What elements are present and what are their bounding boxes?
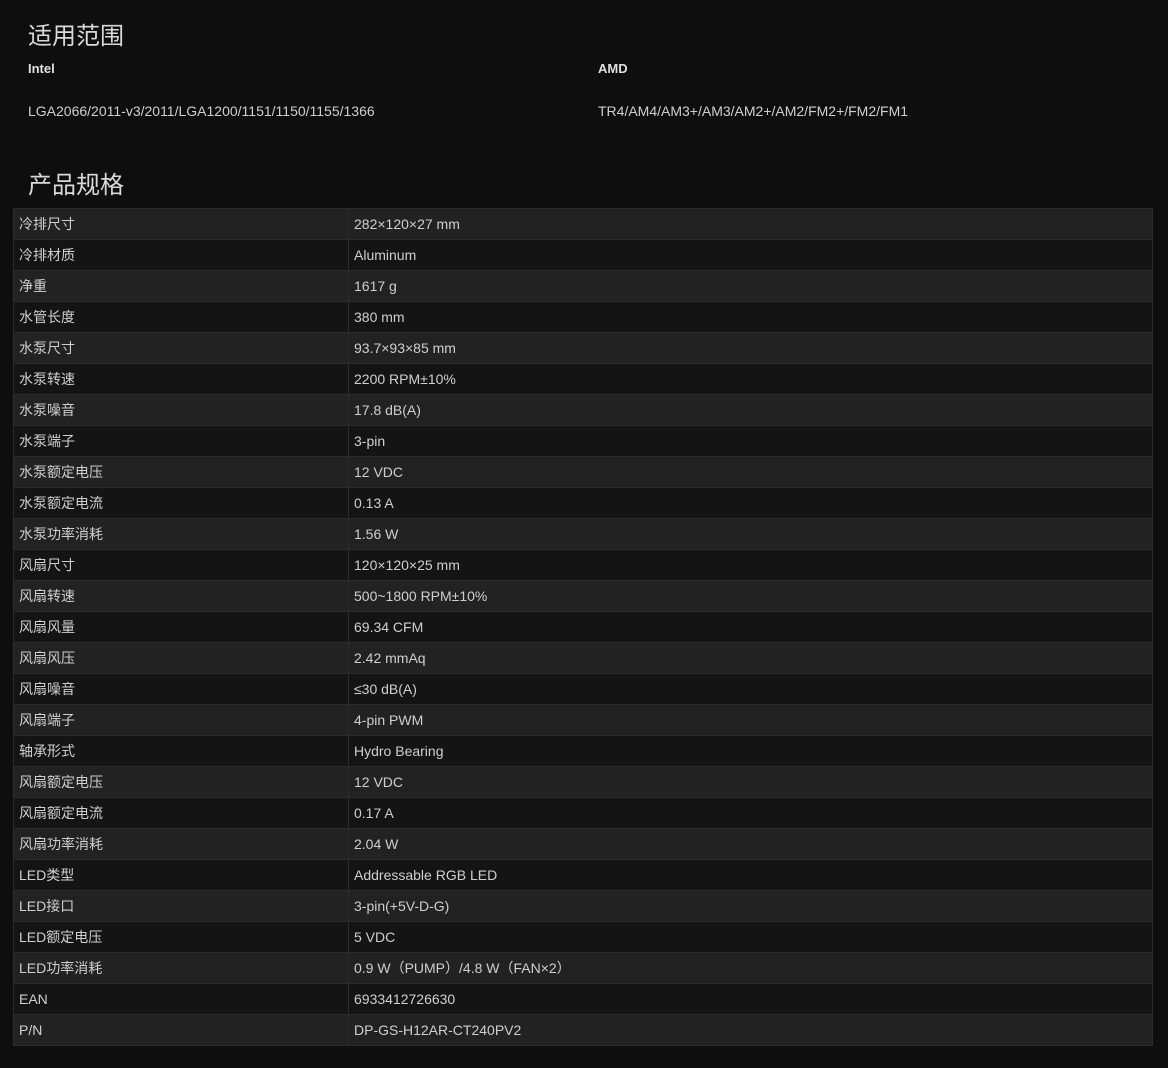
spec-value: 3-pin [348,425,1153,457]
spec-row: 水泵额定电流 0.13 A [13,487,1153,519]
spec-row: 风扇端子 4-pin PWM [13,704,1153,736]
spec-table: 冷排尺寸 282×120×27 mm 冷排材质 Aluminum 净重 1617 g 水管长… [13,208,1153,1046]
spec-value: 12 VDC [348,456,1153,488]
specifications-title: 产品规格 [28,171,124,199]
spec-row: 水泵端子 3-pin [13,425,1153,457]
spec-row: 水泵噪音 17.8 dB(A) [13,394,1153,426]
spec-row: 风扇额定电压 12 VDC [13,766,1153,798]
spec-key: 风扇功率消耗 [13,828,349,860]
spec-key: 风扇端子 [13,704,349,736]
spec-row: 净重 1617 g [13,270,1153,302]
spec-value: 2200 RPM±10% [348,363,1153,395]
spec-key: 轴承形式 [13,735,349,767]
spec-row: 风扇噪音 ≤30 dB(A) [13,673,1153,705]
spec-key: 冷排材质 [13,239,349,271]
spec-key: 风扇转速 [13,580,349,612]
spec-row: LED类型 Addressable RGB LED [13,859,1153,891]
spec-row: 风扇功率消耗 2.04 W [13,828,1153,860]
compat-amd-label: AMD [598,61,628,76]
spec-key: 水泵噪音 [13,394,349,426]
spec-row: 冷排尺寸 282×120×27 mm [13,208,1153,240]
spec-value: 282×120×27 mm [348,208,1153,240]
compat-intel-column: Intel LGA2066/2011-v3/2011/LGA1200/1151/… [28,60,375,120]
spec-value: 2.04 W [348,828,1153,860]
spec-row: EAN 6933412726630 [13,983,1153,1015]
spec-key: 水泵功率消耗 [13,518,349,550]
spec-row: 水泵尺寸 93.7×93×85 mm [13,332,1153,364]
spec-key: 风扇风量 [13,611,349,643]
spec-key: 水泵额定电压 [13,456,349,488]
spec-table-body: 冷排尺寸 282×120×27 mm 冷排材质 Aluminum 净重 1617 g 水管长… [13,208,1153,1046]
spec-value: ≤30 dB(A) [348,673,1153,705]
spec-key: 水泵转速 [13,363,349,395]
spec-value: 12 VDC [348,766,1153,798]
spec-value: 4-pin PWM [348,704,1153,736]
spec-key: 风扇额定电压 [13,766,349,798]
compat-amd-column: AMD TR4/AM4/AM3+/AM3/AM2+/AM2/FM2+/FM2/F… [598,60,908,120]
spec-value: 6933412726630 [348,983,1153,1015]
spec-key: 水泵额定电流 [13,487,349,519]
spec-row: 水泵转速 2200 RPM±10% [13,363,1153,395]
spec-value: Hydro Bearing [348,735,1153,767]
spec-value: Aluminum [348,239,1153,271]
spec-row: LED功率消耗 0.9 W（PUMP）/4.8 W（FAN×2） [13,952,1153,984]
spec-row: 冷排材质 Aluminum [13,239,1153,271]
spec-key: LED功率消耗 [13,952,349,984]
spec-value: 380 mm [348,301,1153,333]
spec-key: 水泵端子 [13,425,349,457]
spec-row: LED额定电压 5 VDC [13,921,1153,953]
spec-row: 风扇额定电流 0.17 A [13,797,1153,829]
spec-value: 5 VDC [348,921,1153,953]
spec-value: 0.13 A [348,487,1153,519]
spec-key: P/N [13,1014,349,1046]
compatibility-title: 适用范围 [28,22,124,50]
spec-row: LED接口 3-pin(+5V-D-G) [13,890,1153,922]
spec-row: 风扇尺寸 120×120×25 mm [13,549,1153,581]
spec-row: 风扇风量 69.34 CFM [13,611,1153,643]
spec-value: 3-pin(+5V-D-G) [348,890,1153,922]
spec-key: LED接口 [13,890,349,922]
spec-key: LED类型 [13,859,349,891]
spec-key: 冷排尺寸 [13,208,349,240]
spec-key: EAN [13,983,349,1015]
spec-value: 1.56 W [348,518,1153,550]
spec-key: 净重 [13,270,349,302]
spec-row: P/N DP-GS-H12AR-CT240PV2 [13,1014,1153,1046]
spec-value: 0.17 A [348,797,1153,829]
spec-value: 1617 g [348,270,1153,302]
spec-row: 水泵额定电压 12 VDC [13,456,1153,488]
spec-value: 17.8 dB(A) [348,394,1153,426]
spec-row: 轴承形式 Hydro Bearing [13,735,1153,767]
compat-intel-sockets: LGA2066/2011-v3/2011/LGA1200/1151/1150/1… [28,103,375,119]
spec-key: LED额定电压 [13,921,349,953]
spec-value: 69.34 CFM [348,611,1153,643]
spec-value: 500~1800 RPM±10% [348,580,1153,612]
spec-key: 风扇风压 [13,642,349,674]
compat-amd-sockets: TR4/AM4/AM3+/AM3/AM2+/AM2/FM2+/FM2/FM1 [598,103,909,119]
spec-row: 风扇转速 500~1800 RPM±10% [13,580,1153,612]
spec-value: Addressable RGB LED [348,859,1153,891]
spec-row: 风扇风压 2.42 mmAq [13,642,1153,674]
spec-row: 水管长度 380 mm [13,301,1153,333]
spec-value: 93.7×93×85 mm [348,332,1153,364]
compat-intel-label: Intel [28,61,55,76]
spec-key: 风扇噪音 [13,673,349,705]
spec-key: 风扇额定电流 [13,797,349,829]
spec-value: DP-GS-H12AR-CT240PV2 [348,1014,1153,1046]
spec-row: 水泵功率消耗 1.56 W [13,518,1153,550]
spec-value: 120×120×25 mm [348,549,1153,581]
spec-key: 水泵尺寸 [13,332,349,364]
spec-value: 0.9 W（PUMP）/4.8 W（FAN×2） [348,952,1153,984]
spec-value: 2.42 mmAq [348,642,1153,674]
spec-key: 风扇尺寸 [13,549,349,581]
spec-key: 水管长度 [13,301,349,333]
